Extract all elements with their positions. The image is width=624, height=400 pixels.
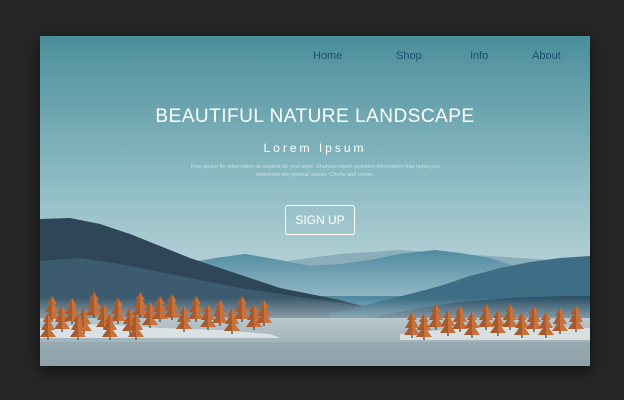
nav-about-link[interactable]: About xyxy=(532,50,561,62)
hero-subtitle: Lorem Ipsum xyxy=(263,141,367,155)
landscape-illustration xyxy=(40,36,590,366)
nav-home-link[interactable]: Home xyxy=(313,50,342,62)
hero-body-text: Free space for information to expand on … xyxy=(185,163,445,179)
hero-body-line-1: Free space for information to expand on … xyxy=(190,164,440,170)
hero-title: BEAUTIFUL NATURE LANDSCAPE xyxy=(155,106,475,127)
nav-shop-link[interactable]: Shop xyxy=(396,50,422,62)
nav-info-link[interactable]: Info xyxy=(470,50,488,62)
hero-body-line-2: determine the optimal values. Charts and… xyxy=(255,172,374,178)
landing-page: Home Shop Info About BEAUTIFUL NATURE LA… xyxy=(40,36,590,366)
top-navigation: Home Shop Info About xyxy=(40,36,590,72)
sign-up-button[interactable]: SIGN UP xyxy=(285,205,355,235)
